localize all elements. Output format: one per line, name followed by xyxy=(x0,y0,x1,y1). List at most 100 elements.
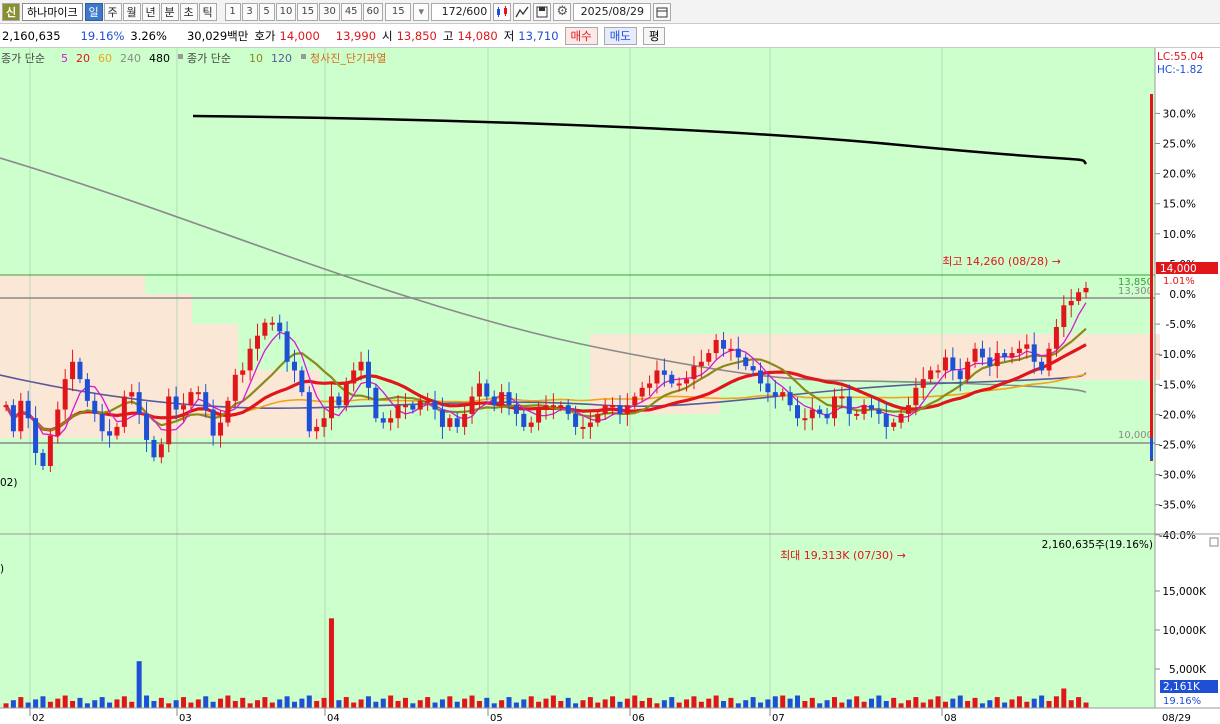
period-tabs: 일주월년분초틱 xyxy=(84,2,217,21)
volume-bar xyxy=(795,695,801,708)
volume-bar xyxy=(151,700,157,708)
volume-bar xyxy=(92,700,98,708)
candle-body xyxy=(1083,287,1089,293)
pyeong-button[interactable]: 평 xyxy=(642,26,666,45)
candle-body xyxy=(70,361,76,380)
volume-bar xyxy=(188,702,194,708)
volume-bar xyxy=(47,701,53,708)
volume-bar xyxy=(410,703,416,708)
interval-button-10[interactable]: 10 xyxy=(275,2,297,21)
volume-bar xyxy=(1002,702,1008,708)
interval-button-5[interactable]: 5 xyxy=(258,2,275,21)
candle-body xyxy=(47,435,53,466)
high-value: 14,080 xyxy=(457,28,498,43)
trade-value: 30,029백만 xyxy=(186,28,249,43)
volume-bar xyxy=(291,701,297,708)
price-axis-label: -25.0% xyxy=(1159,440,1196,452)
volume-bar xyxy=(610,696,616,708)
volume-bar xyxy=(824,700,830,708)
chevron-down-icon[interactable]: ▾ xyxy=(413,2,430,21)
interval-button-60[interactable]: 60 xyxy=(362,2,384,21)
calendar-icon[interactable] xyxy=(653,2,672,21)
candle-settings-icon[interactable] xyxy=(493,2,512,21)
period-tab-2[interactable]: 월 xyxy=(122,2,141,21)
candle-body xyxy=(920,379,926,388)
volume-bar xyxy=(380,698,386,708)
volume-bar xyxy=(181,697,187,708)
period-tab-6[interactable]: 틱 xyxy=(198,2,217,21)
view-count-field[interactable]: 172/600 xyxy=(431,2,492,21)
save-icon[interactable] xyxy=(533,2,552,21)
period-tab-3[interactable]: 년 xyxy=(141,2,160,21)
gear-icon[interactable]: ⚙ xyxy=(553,2,572,21)
candle-body xyxy=(218,422,224,436)
quote-infobar: 2,160,635 19.16% 3.26% 30,029백만 호가 14,00… xyxy=(0,24,1220,48)
candle-body xyxy=(913,387,919,406)
price-volume-chart[interactable]: 02 03 04 05 06 07 08 08/29 30.0% 25.0% 20.0% 15.0% 1… xyxy=(0,48,1220,724)
price-panel-background xyxy=(0,48,1155,534)
interval-button-1[interactable]: 1 xyxy=(224,2,241,21)
candle-body xyxy=(402,405,408,408)
price-range-bar xyxy=(1150,94,1153,461)
candle-body xyxy=(3,405,9,408)
sell-button[interactable]: 매도 xyxy=(603,26,637,45)
volume-bar xyxy=(388,695,394,708)
candle-body xyxy=(476,383,482,397)
period-tab-5[interactable]: 초 xyxy=(179,2,198,21)
price-axis-label: 30.0% xyxy=(1163,108,1196,120)
month-label: 05 xyxy=(490,713,503,724)
candle-body xyxy=(410,405,416,410)
volume-bar xyxy=(210,701,216,708)
volume-bar xyxy=(1076,697,1082,708)
volume-bar xyxy=(365,696,371,708)
interval-button-30[interactable]: 30 xyxy=(319,2,340,21)
volume-bar xyxy=(299,698,305,708)
volume-bar xyxy=(632,695,638,708)
volume-left-clip-text: ) xyxy=(0,563,4,575)
custom-interval-field[interactable]: 15 xyxy=(385,2,412,21)
candle-body xyxy=(321,418,327,427)
candle-body xyxy=(462,413,468,427)
candle-body xyxy=(40,452,46,466)
volume-bar xyxy=(639,700,645,708)
period-tab-1[interactable]: 주 xyxy=(103,2,122,21)
period-tab-4[interactable]: 분 xyxy=(160,2,179,21)
volume-bar xyxy=(247,703,253,708)
candle-body xyxy=(750,366,756,371)
tool-icon[interactable] xyxy=(513,2,532,21)
volume-bar xyxy=(1039,695,1045,708)
volume-bar xyxy=(536,701,542,708)
candle-body xyxy=(536,409,542,423)
candle-body xyxy=(513,405,519,414)
stock-name-field[interactable]: 하나마이크 xyxy=(22,2,83,21)
interval-button-15[interactable]: 15 xyxy=(297,2,319,21)
candle-body xyxy=(1068,300,1074,306)
date-field[interactable]: 2025/08/29 xyxy=(573,2,652,21)
candle-body xyxy=(684,379,690,384)
candle-body xyxy=(928,370,934,380)
volume-bar xyxy=(558,700,564,708)
candle-body xyxy=(935,370,941,373)
period-tab-0[interactable]: 일 xyxy=(84,2,103,21)
candle-body xyxy=(247,348,253,371)
candle-body xyxy=(166,396,172,445)
volume-bar xyxy=(77,697,83,708)
volume-bar xyxy=(513,702,519,708)
candle-body xyxy=(876,409,882,414)
buy-button[interactable]: 매수 xyxy=(564,26,598,45)
candle-body xyxy=(1076,292,1082,301)
interval-button-3[interactable]: 3 xyxy=(241,2,258,21)
volume-bar xyxy=(602,699,608,708)
price-axis-label: 20.0% xyxy=(1163,169,1196,181)
candle-body xyxy=(358,361,364,371)
volume-current-pct: 19.16% xyxy=(1163,696,1201,707)
candle-body xyxy=(232,374,238,401)
volume-bar xyxy=(121,696,127,708)
interval-button-45[interactable]: 45 xyxy=(340,2,362,21)
volume-bar xyxy=(868,698,874,708)
volume-bar xyxy=(70,700,76,708)
candle-body xyxy=(528,422,534,427)
candle-body xyxy=(802,418,808,421)
change-pct-value: 3.26% xyxy=(130,28,167,43)
candle-body xyxy=(565,405,571,414)
